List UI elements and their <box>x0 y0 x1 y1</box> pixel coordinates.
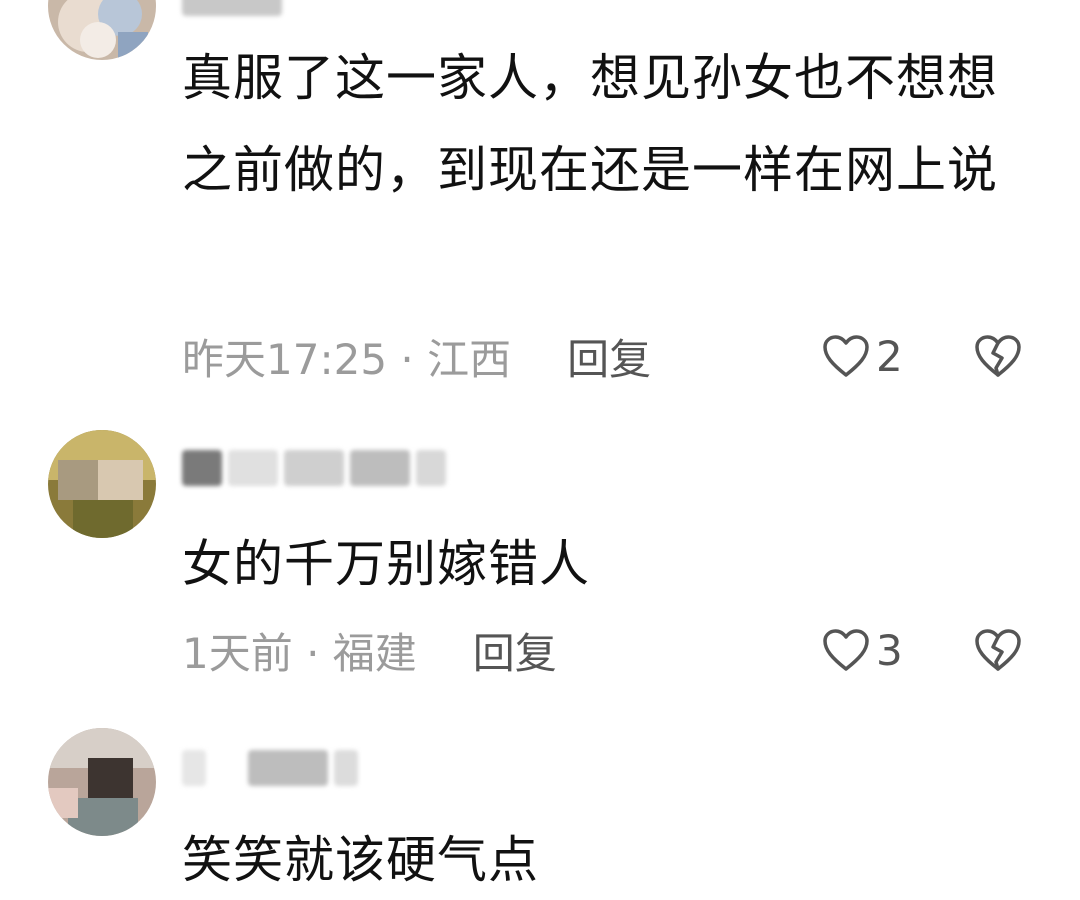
reply-button[interactable]: 回复 <box>567 326 651 387</box>
username-blurred <box>182 0 282 16</box>
comment-list: 真服了这一家人，想见孙女也不想想之前做的，到现在还是一样在网上说 昨天17:25… <box>0 0 1080 900</box>
username[interactable] <box>182 448 452 488</box>
avatar[interactable] <box>48 0 156 60</box>
like-button[interactable]: 2 <box>822 332 903 381</box>
comment-text: 真服了这一家人，想见孙女也不想想之前做的，到现在还是一样在网上说 <box>182 49 998 199</box>
heart-outline-icon <box>822 334 870 378</box>
time-location: 1天前 · 福建 <box>182 628 417 678</box>
comment-item: 真服了这一家人，想见孙女也不想想之前做的，到现在还是一样在网上说 昨天17:25… <box>0 0 1080 400</box>
like-count: 2 <box>876 331 903 381</box>
comment-item: 笑笑就该硬气点 <box>0 700 1080 900</box>
avatar[interactable] <box>48 430 156 538</box>
comment-meta: 昨天17:25 · 江西 回复 2 <box>182 326 1042 386</box>
heart-outline-icon <box>822 628 870 672</box>
username-blurred <box>182 450 222 486</box>
username[interactable] <box>182 748 364 788</box>
username-blurred <box>350 450 410 486</box>
reply-button[interactable]: 回复 <box>473 620 557 681</box>
avatar[interactable] <box>48 728 156 836</box>
like-button[interactable]: 3 <box>822 626 903 675</box>
comment-item: 女的千万别嫁错人 1天前 · 福建 回复 3 <box>0 400 1080 700</box>
username-blurred <box>284 450 344 486</box>
comment-meta: 1天前 · 福建 回复 3 <box>182 620 1042 680</box>
username-blurred <box>212 750 242 786</box>
like-count: 3 <box>876 625 903 675</box>
dislike-button[interactable] <box>974 334 1022 378</box>
time-location: 昨天17:25 · 江西 <box>182 334 512 384</box>
username-blurred <box>334 750 358 786</box>
username-blurred <box>248 750 328 786</box>
dislike-button[interactable] <box>974 628 1022 672</box>
comment-text: 女的千万别嫁错人 <box>182 535 590 593</box>
comment-text: 笑笑就该硬气点 <box>182 831 539 889</box>
broken-heart-icon <box>974 628 1022 672</box>
username-blurred <box>182 750 206 786</box>
username-blurred <box>416 450 446 486</box>
username[interactable] <box>182 0 288 18</box>
username-blurred <box>228 450 278 486</box>
broken-heart-icon <box>974 334 1022 378</box>
